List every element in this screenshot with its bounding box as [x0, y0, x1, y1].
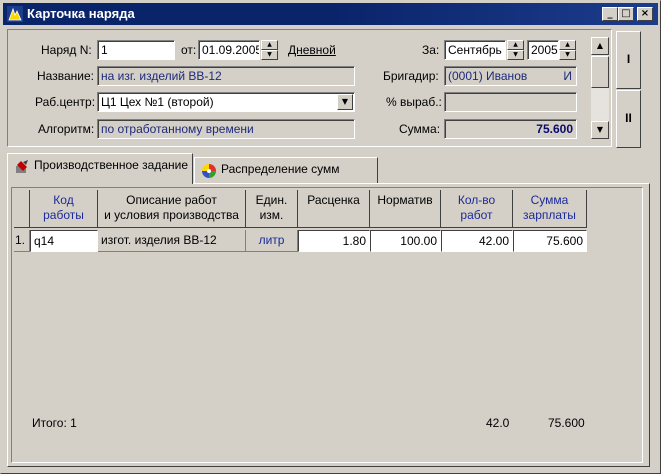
- output-pct-field: [444, 92, 577, 112]
- side-button-ii[interactable]: II: [616, 90, 641, 148]
- sum-label: Сумма:: [399, 122, 441, 136]
- spin-down-icon[interactable]: ▼: [559, 50, 576, 60]
- order-card-window: Карточка наряда _ □ × Наряд N: 1 от: 01.…: [0, 0, 661, 474]
- foreman-field: (0001) Иванов И: [444, 66, 577, 86]
- tab-label: Производственное задание: [34, 158, 189, 172]
- month-spinner[interactable]: ▲ ▼: [507, 40, 524, 60]
- order-no-input[interactable]: 1: [97, 40, 175, 60]
- maximize-button[interactable]: □: [618, 7, 634, 21]
- column-header-salary-sum[interactable]: Сумма зарплаты: [513, 190, 587, 228]
- tab-sum-distribution[interactable]: Распределение сумм: [194, 157, 378, 183]
- cell-norm[interactable]: 100.00: [370, 230, 441, 252]
- cell-description[interactable]: изгот. изделия ВВ-12: [98, 230, 246, 252]
- cell-code[interactable]: q14: [30, 230, 98, 252]
- header-line: и условия производства: [104, 208, 239, 222]
- column-header-unit[interactable]: Един. изм.: [246, 190, 298, 228]
- header-line: Кол-во: [457, 193, 496, 207]
- output-pct-label: % выраб.:: [386, 95, 442, 109]
- scroll-up-icon[interactable]: ▲: [591, 37, 609, 55]
- tab-strip: Производственное задание Распределение с…: [7, 153, 647, 184]
- cell-salary-sum[interactable]: 75.600: [513, 230, 587, 252]
- date-spinner[interactable]: ▲ ▼: [261, 40, 278, 60]
- window-title: Карточка наряда: [27, 6, 135, 21]
- sum-field: 75.600: [444, 119, 577, 139]
- header-line: Расценка: [307, 193, 360, 207]
- spin-up-icon[interactable]: ▲: [559, 40, 576, 50]
- header-line: Норматив: [377, 193, 433, 207]
- algorithm-field: по отработанному времени: [97, 119, 355, 139]
- app-icon: [7, 6, 23, 22]
- from-label: от:: [181, 43, 197, 57]
- name-field: на изг. изделий ВВ-12: [97, 66, 355, 86]
- workcenter-select[interactable]: Ц1 Цех №1 (второй): [97, 92, 355, 112]
- day-type-link[interactable]: Дневной: [288, 43, 336, 57]
- salary-sum-total: 75.600: [548, 416, 585, 430]
- cell-rate[interactable]: 1.80: [298, 230, 370, 252]
- column-header-norm[interactable]: Норматив: [370, 190, 441, 228]
- header-line: Код: [53, 193, 74, 207]
- tab-label: Распределение сумм: [221, 162, 340, 176]
- header-line: работы: [43, 208, 84, 222]
- header-line: работ: [460, 208, 493, 222]
- header-line: Един.: [255, 193, 288, 207]
- tab-content-panel: Код работы Описание работ и условия прои…: [7, 183, 650, 467]
- row-number-header: [14, 190, 30, 228]
- header-line: Описание работ: [126, 193, 217, 207]
- order-no-label: Наряд N:: [41, 43, 92, 57]
- chevron-down-icon[interactable]: ▼: [337, 94, 353, 110]
- foreman-value: (0001) Иванов: [448, 69, 528, 83]
- tab-production-task[interactable]: Производственное задание: [7, 153, 193, 184]
- year-input[interactable]: 2005: [527, 40, 559, 60]
- foreman-suffix: И: [563, 69, 572, 83]
- period-label: За:: [422, 43, 440, 57]
- scroll-thumb[interactable]: [591, 56, 609, 88]
- spin-up-icon[interactable]: ▲: [507, 40, 524, 50]
- side-button-i[interactable]: I: [616, 31, 641, 89]
- spin-down-icon[interactable]: ▼: [261, 50, 278, 60]
- spin-up-icon[interactable]: ▲: [261, 40, 278, 50]
- column-header-description[interactable]: Описание работ и условия производства: [98, 190, 246, 228]
- cell-quantity[interactable]: 42.00: [441, 230, 513, 252]
- foreman-label: Бригадир:: [383, 69, 439, 83]
- total-label: Итого: 1: [32, 416, 77, 430]
- column-header-quantity[interactable]: Кол-во работ: [441, 190, 513, 228]
- scroll-down-icon[interactable]: ▼: [591, 121, 609, 139]
- header-line: изм.: [259, 208, 284, 222]
- spin-down-icon[interactable]: ▼: [507, 50, 524, 60]
- header-line: зарплаты: [523, 208, 576, 222]
- cell-unit[interactable]: литр: [246, 230, 298, 252]
- color-wheel-icon: [202, 164, 216, 178]
- quantity-total: 42.0: [486, 416, 510, 430]
- column-header-code[interactable]: Код работы: [30, 190, 98, 228]
- minimize-button[interactable]: _: [602, 7, 618, 21]
- year-spinner[interactable]: ▲ ▼: [559, 40, 576, 60]
- date-input[interactable]: 01.09.2005: [198, 40, 260, 60]
- header-scrollbar[interactable]: ▲ ▼: [591, 37, 609, 139]
- column-header-rate[interactable]: Расценка: [298, 190, 370, 228]
- workcenter-label: Раб.центр:: [35, 95, 96, 109]
- header-line: Сумма: [530, 193, 569, 207]
- algorithm-label: Алгоритм:: [38, 122, 95, 136]
- row-number: 1.: [14, 230, 30, 252]
- month-input[interactable]: Сентябрь: [444, 40, 506, 60]
- close-button[interactable]: ×: [637, 7, 653, 21]
- name-label: Название:: [37, 69, 94, 83]
- task-icon: [16, 160, 28, 173]
- title-bar[interactable]: Карточка наряда _ □ ×: [3, 3, 658, 25]
